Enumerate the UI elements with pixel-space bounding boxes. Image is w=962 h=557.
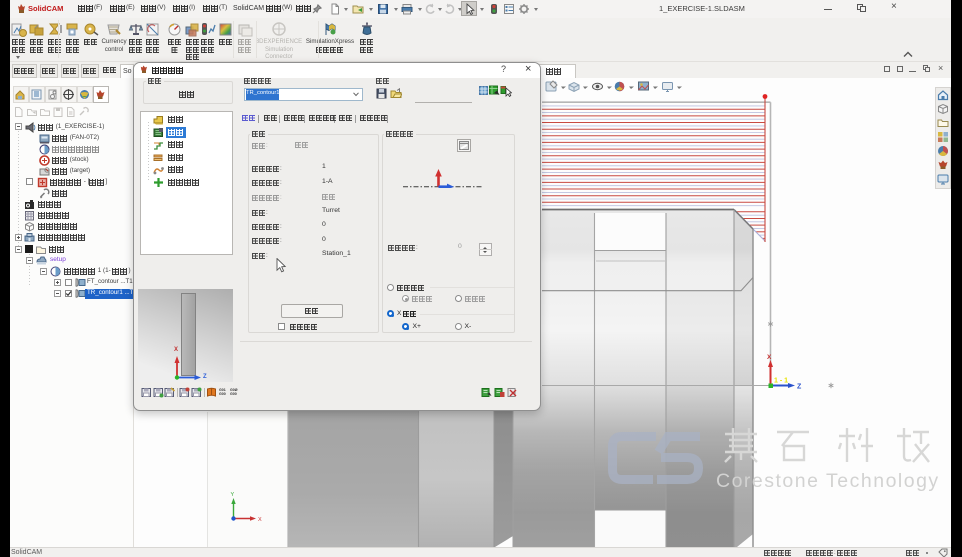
svg-text:X: X (258, 517, 262, 523)
svg-text:1 - 1: 1 - 1 (774, 378, 788, 385)
svg-text:Z: Z (797, 384, 802, 391)
svg-text:X: X (767, 354, 772, 361)
svg-text:Corestone Technology: Corestone Technology (716, 470, 940, 492)
svg-text:Y: Y (231, 492, 235, 498)
